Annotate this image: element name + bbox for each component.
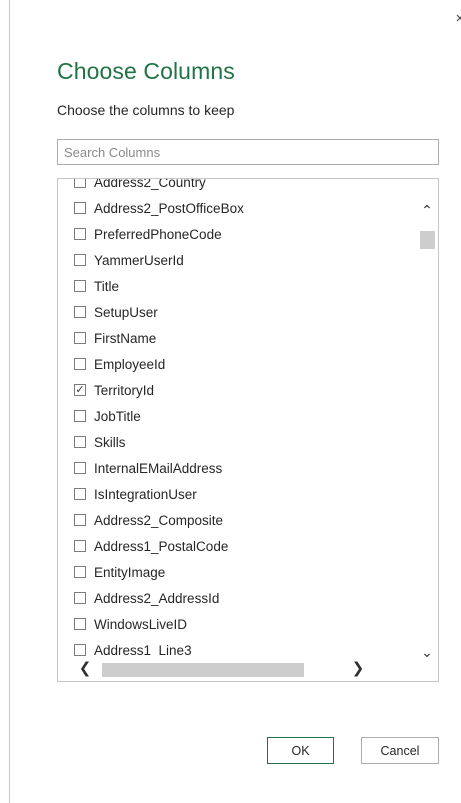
columns-list-items: Address2_Country Address2_PostOfficeBox Pr…	[58, 178, 416, 681]
horizontal-scroll-thumb[interactable]	[102, 663, 304, 677]
checkbox-icon[interactable]	[74, 280, 86, 292]
column-item-label: FirstName	[94, 330, 157, 346]
column-item[interactable]: WindowsLiveID	[58, 611, 416, 637]
search-columns-input[interactable]	[57, 139, 439, 165]
column-item[interactable]: Address2_Composite	[58, 507, 416, 533]
column-item-label: Title	[94, 278, 120, 294]
column-item-label: Address2_Composite	[94, 512, 224, 528]
checkbox-icon[interactable]	[74, 618, 86, 630]
cancel-button[interactable]: Cancel	[361, 737, 439, 764]
column-item[interactable]: Address1_PostalCode	[58, 533, 416, 559]
column-item[interactable]: EntityImage	[58, 559, 416, 585]
column-item[interactable]: Skills	[58, 429, 416, 455]
column-item[interactable]: Address2_PostOfficeBox	[58, 195, 416, 221]
checkbox-icon[interactable]	[74, 202, 86, 214]
column-item-label: Skills	[94, 434, 126, 450]
scroll-left-icon[interactable]: ❮	[74, 657, 96, 681]
column-item[interactable]: Title	[58, 273, 416, 299]
columns-list: Address2_Country Address2_PostOfficeBox Pr…	[57, 178, 439, 682]
column-item[interactable]: InternalEMailAddress	[58, 455, 416, 481]
column-item[interactable]: Address2_Country	[58, 178, 416, 195]
column-item[interactable]: IsIntegrationUser	[58, 481, 416, 507]
column-item-label: IsIntegrationUser	[94, 486, 197, 502]
column-item-label: Address1_PostalCode	[94, 538, 229, 554]
checkbox-icon[interactable]	[74, 358, 86, 370]
column-item-label: Address2_PostOfficeBox	[94, 200, 244, 216]
ok-button[interactable]: OK	[267, 737, 334, 764]
column-item-label: EntityImage	[94, 564, 166, 580]
column-item[interactable]: SetupUser	[58, 299, 416, 325]
checkbox-checked-icon[interactable]: ✓	[74, 384, 86, 396]
column-item-label: EmployeeId	[94, 356, 166, 372]
checkbox-icon[interactable]	[74, 514, 86, 526]
column-item-label: TerritoryId	[94, 382, 155, 398]
checkbox-icon[interactable]	[74, 566, 86, 578]
checkbox-icon[interactable]	[74, 410, 86, 422]
vertical-scrollbar[interactable]: ⌃ ⌄	[416, 179, 438, 660]
column-item[interactable]: EmployeeId	[58, 351, 416, 377]
checkbox-icon[interactable]	[74, 540, 86, 552]
column-item-label: PreferredPhoneCode	[94, 226, 222, 242]
column-item-label: Address1_Line3	[94, 642, 192, 658]
column-item-label: WindowsLiveID	[94, 616, 188, 632]
dialog-subtitle: Choose the columns to keep	[57, 102, 235, 118]
checkbox-icon[interactable]	[74, 436, 86, 448]
scroll-right-icon[interactable]: ❯	[347, 657, 369, 681]
checkbox-icon[interactable]	[74, 306, 86, 318]
column-item-label: Address2_AddressId	[94, 590, 220, 606]
checkbox-icon[interactable]	[74, 488, 86, 500]
checkbox-icon[interactable]	[74, 644, 86, 656]
column-item[interactable]: PreferredPhoneCode	[58, 221, 416, 247]
column-item[interactable]: YammerUserId	[58, 247, 416, 273]
checkbox-icon[interactable]	[74, 179, 86, 188]
column-item[interactable]: Address2_AddressId	[58, 585, 416, 611]
dialog-title: Choose Columns	[57, 58, 235, 84]
vertical-scroll-thumb[interactable]	[420, 231, 435, 249]
column-item-label: JobTitle	[94, 408, 141, 424]
checkbox-icon[interactable]	[74, 332, 86, 344]
column-item[interactable]: ✓ TerritoryId	[58, 377, 416, 403]
column-item-label: InternalEMailAddress	[94, 460, 223, 476]
checkbox-icon[interactable]	[74, 228, 86, 240]
column-item-label: Address2_Country	[94, 178, 206, 190]
checkbox-icon[interactable]	[74, 254, 86, 266]
column-item[interactable]: JobTitle	[58, 403, 416, 429]
scroll-up-icon[interactable]: ⌃	[416, 199, 438, 221]
choose-columns-dialog: × Choose Columns Choose the columns to k…	[9, 0, 461, 803]
checkbox-icon[interactable]	[74, 592, 86, 604]
close-icon[interactable]: ×	[452, 9, 461, 29]
checkbox-icon[interactable]	[74, 462, 86, 474]
horizontal-scrollbar[interactable]: ❮ ❯	[58, 657, 438, 681]
column-item-label: SetupUser	[94, 304, 158, 320]
column-item[interactable]: FirstName	[58, 325, 416, 351]
column-item-label: YammerUserId	[94, 252, 184, 268]
